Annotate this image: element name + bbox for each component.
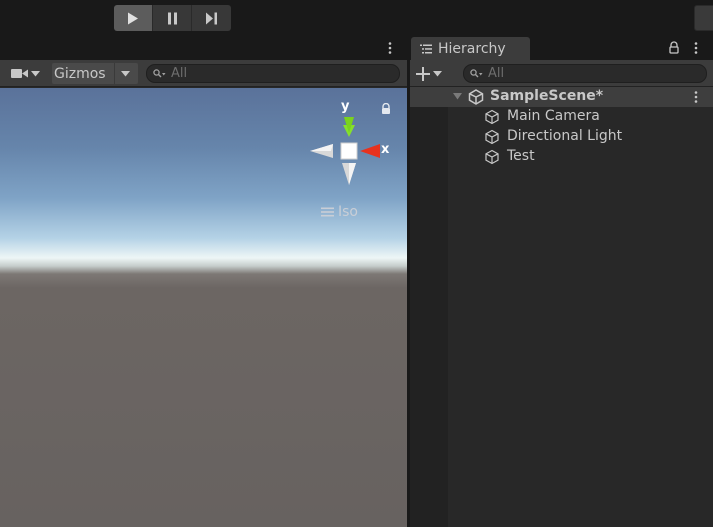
lock-icon[interactable] [380,103,392,115]
hierarchy-search-field[interactable] [463,64,707,83]
hierarchy-search-input[interactable] [488,66,688,81]
gameobject-cube-icon [485,109,499,125]
gizmos-menu-button[interactable] [114,63,136,84]
play-icon [128,12,138,24]
scene-row[interactable]: SampleScene* [410,87,713,107]
step-button[interactable] [192,5,231,31]
scene-name: SampleScene* [490,88,604,104]
step-icon [206,12,217,24]
lock-icon[interactable] [668,41,680,54]
main-toolbar [0,0,713,35]
plus-icon [416,66,430,81]
gizmo-x-label: x [381,142,390,157]
object-name: Main Camera [507,108,600,124]
hierarchy-item-test[interactable]: Test [410,147,713,167]
hierarchy-panel-menu-button[interactable] [689,41,703,55]
scene-row-menu-button[interactable] [691,90,701,104]
gameobject-cube-icon [485,129,499,145]
scene-search-field[interactable] [146,64,400,83]
camera-icon [11,69,28,78]
list-icon [420,44,432,53]
hierarchy-toolbar [410,60,713,87]
playmode-controls [114,5,231,31]
account-button[interactable] [694,5,713,31]
projection-label: Iso [338,204,358,220]
chevron-down-icon [121,70,130,76]
hierarchy-tree: SampleScene* Main Camera Directional Lig… [410,87,713,527]
search-icon [153,69,166,78]
gizmo-center-cube[interactable] [340,142,358,160]
camera-settings-button[interactable] [6,63,50,84]
scene-panel-menu-button[interactable] [383,41,397,55]
kebab-menu-icon [694,91,698,103]
hierarchy-tab-bar: Hierarchy [410,37,713,60]
projection-toggle[interactable]: Iso [321,204,358,220]
search-icon [470,69,483,78]
hierarchy-item-directional-light[interactable]: Directional Light [410,127,713,147]
unity-scene-icon [468,89,484,105]
object-name: Directional Light [507,128,623,144]
scene-tab-bar [0,37,407,60]
hierarchy-panel: Hierarchy All SampleScene* Main Camera D… [410,37,713,527]
gizmos-label[interactable]: Gizmos [52,66,114,82]
tab-hierarchy[interactable]: Hierarchy [411,37,530,60]
object-name: Test [507,148,535,164]
pause-button[interactable] [153,5,192,31]
hierarchy-tab-label: Hierarchy [438,40,506,57]
scene-search-input[interactable] [171,66,371,81]
chevron-down-icon [433,70,442,76]
x-axis-cone[interactable] [360,144,380,158]
unity-editor: Gizmos y x Iso [0,0,713,527]
pause-icon [167,12,177,24]
gizmos-dropdown[interactable]: Gizmos [52,63,138,84]
chevron-down-icon [31,70,40,76]
gizmo-y-label: y [341,99,350,114]
play-button[interactable] [114,5,153,31]
hamburger-icon [321,207,334,217]
gameobject-cube-icon [485,149,499,165]
hierarchy-item-main-camera[interactable]: Main Camera [410,107,713,127]
expand-arrow-icon[interactable] [453,93,462,100]
scene-toolbar: Gizmos [0,60,407,87]
kebab-menu-icon [694,42,698,54]
kebab-menu-icon [388,42,392,54]
create-object-button[interactable] [416,63,452,84]
